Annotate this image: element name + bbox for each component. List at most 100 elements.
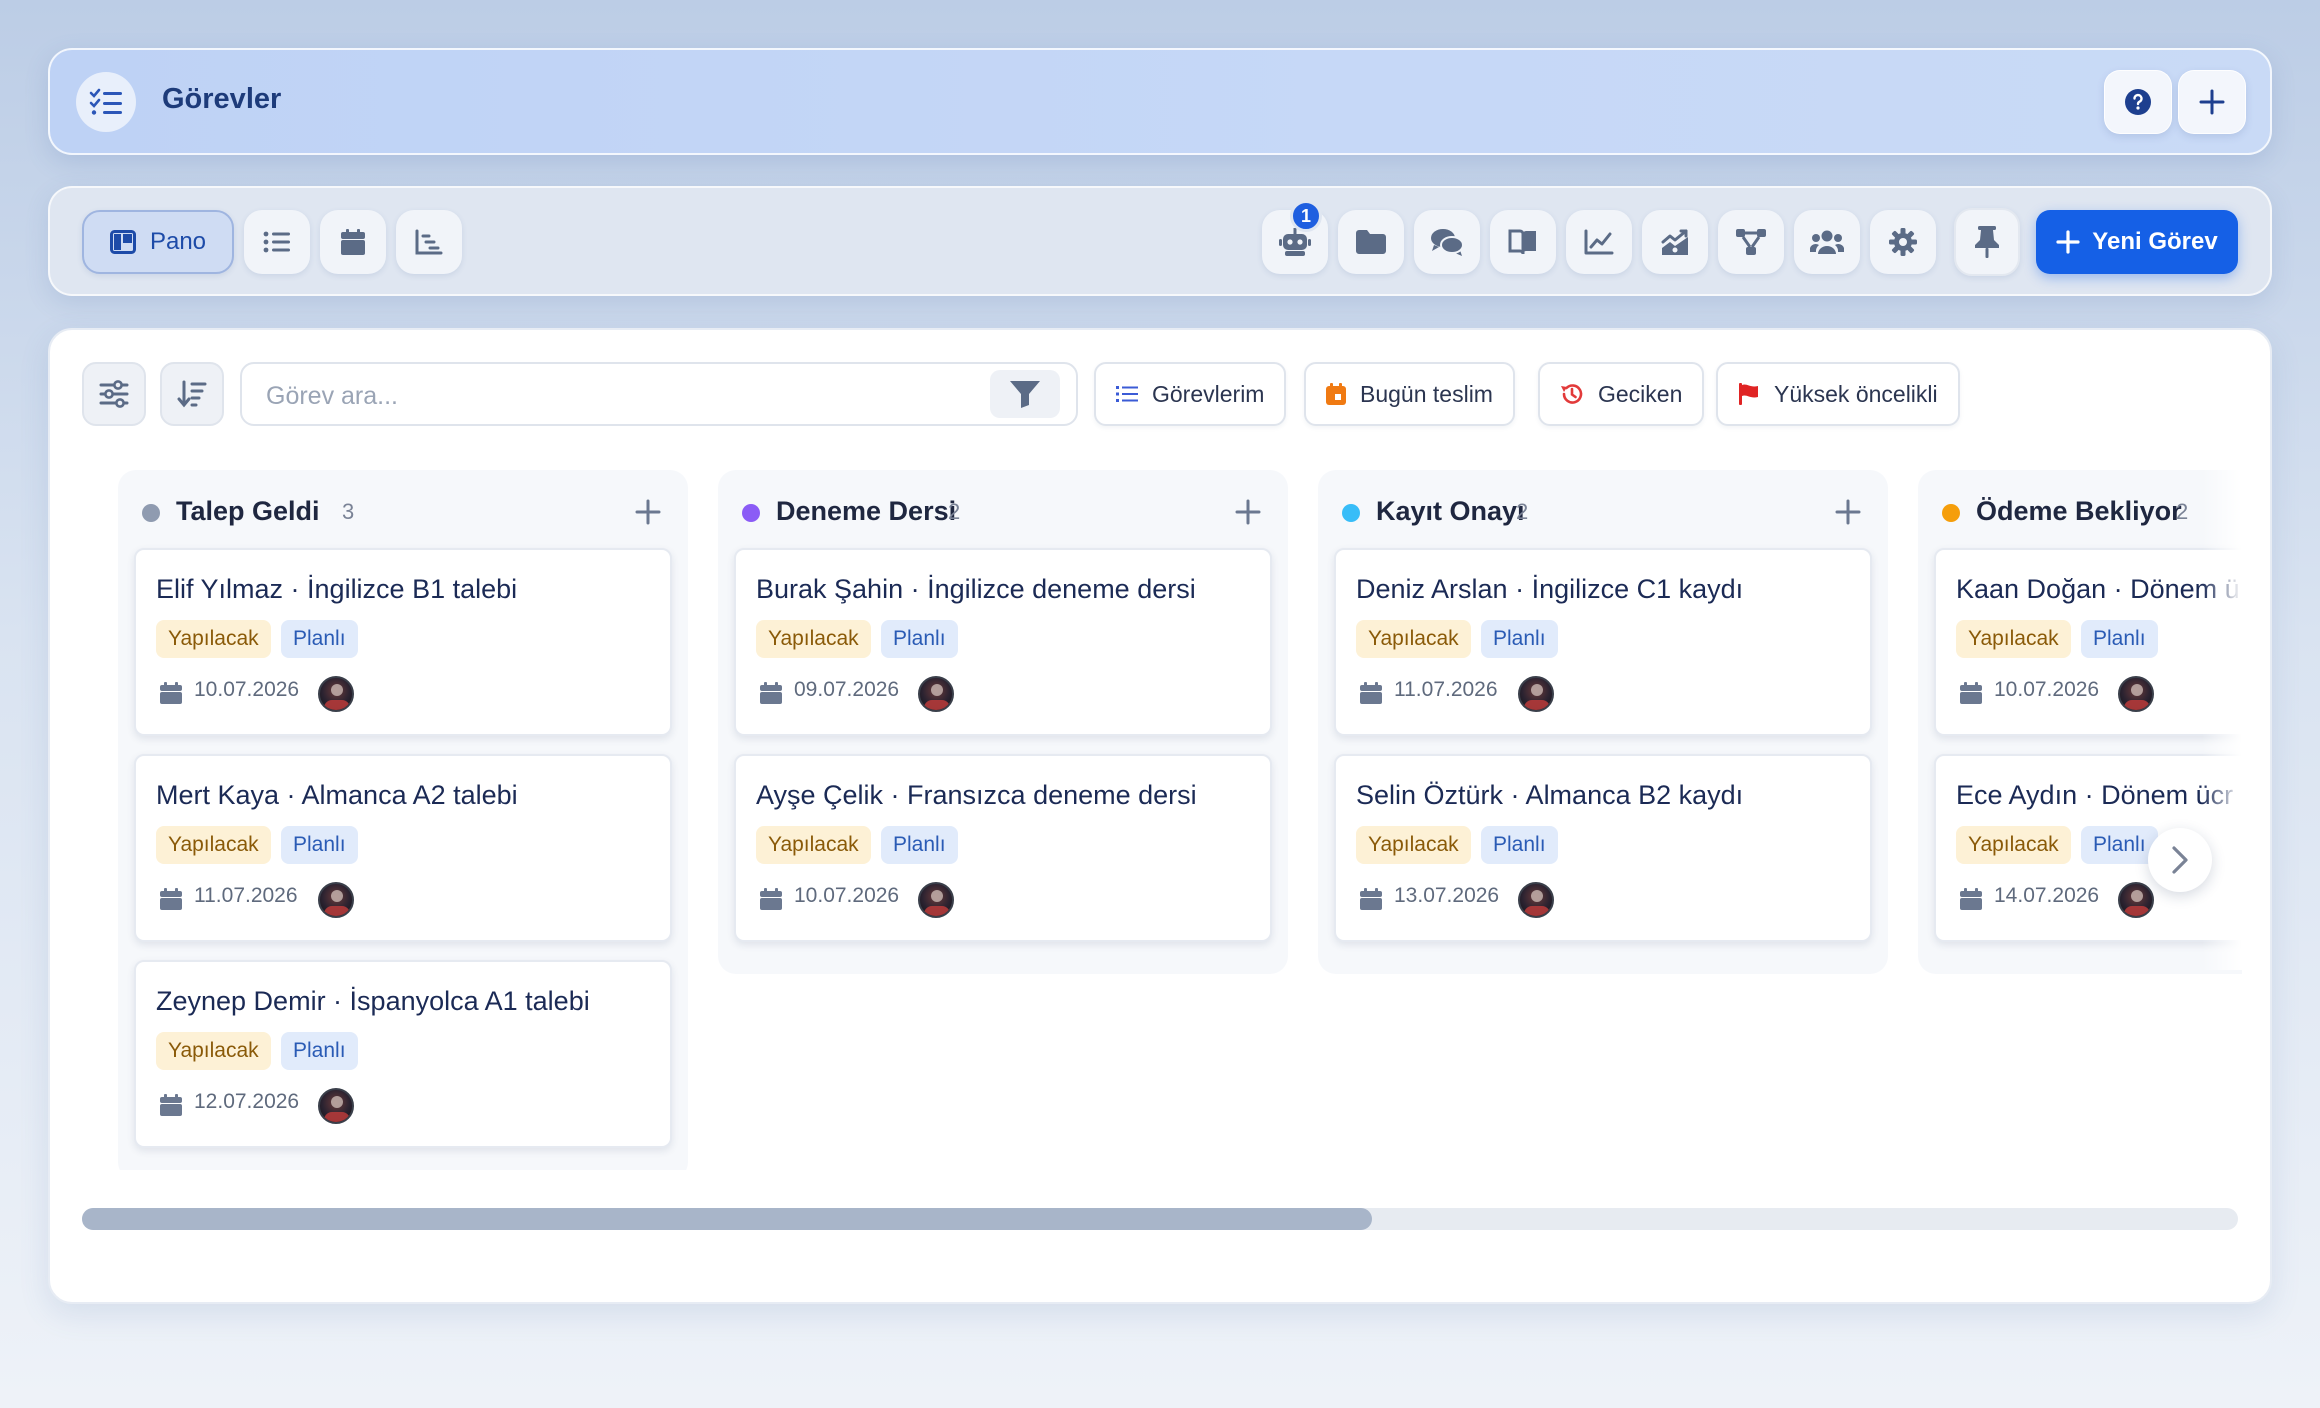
funnel-icon — [1009, 380, 1041, 408]
workflow-button[interactable] — [1718, 210, 1784, 274]
task-board-panel: Görev ara... Görevlerim Bugün teslim Gec… — [48, 328, 2272, 1304]
view-board-button[interactable]: Pano — [82, 210, 234, 274]
automation-button[interactable]: 1 — [1262, 200, 1328, 274]
column-title: Kayıt Onayı — [1376, 496, 1525, 526]
column-header: Deneme Dersi 2 — [718, 470, 1288, 548]
avatar[interactable] — [318, 676, 354, 712]
view-calendar-button[interactable] — [320, 210, 386, 274]
new-task-button[interactable]: Yeni Görev — [2036, 210, 2238, 274]
search-input[interactable]: Görev ara... — [240, 362, 1078, 426]
page-title: Görevler — [162, 83, 282, 115]
calendar-today-icon — [1326, 383, 1346, 405]
task-card[interactable]: Zeynep Demir · İspanyolca A1 talebi Yapı… — [134, 960, 672, 1148]
calendar-icon — [760, 888, 782, 910]
due-date: 11.07.2026 — [194, 884, 298, 907]
add-card-button[interactable] — [1232, 496, 1264, 528]
chip-high-priority[interactable]: Yüksek öncelikli — [1716, 362, 1960, 426]
task-title: Deniz Arslan · İngilizce C1 kaydı — [1356, 574, 1744, 604]
reports-button[interactable] — [1566, 210, 1632, 274]
task-card[interactable]: Mert Kaya · Almanca A2 talebi Yapılacak … — [134, 754, 672, 942]
help-button[interactable] — [2104, 70, 2172, 134]
task-card[interactable]: Kaan Doğan · Dönem ü Yapılacak Planlı 10… — [1934, 548, 2242, 736]
calendar-icon — [1960, 888, 1982, 910]
kanban-board: Talep Geldi 3 Elif Yılmaz · İngilizce B1… — [82, 450, 2242, 1170]
task-card[interactable]: Ayşe Çelik · Fransızca deneme dersi Yapı… — [734, 754, 1272, 942]
add-card-button[interactable] — [1832, 496, 1864, 528]
task-list-icon — [76, 72, 136, 132]
avatar[interactable] — [2118, 882, 2154, 918]
status-badge: Yapılacak — [1956, 620, 2071, 658]
status-badge: Yapılacak — [1356, 826, 1471, 864]
chip-overdue-label: Geciken — [1598, 380, 1683, 407]
calendar-icon — [1360, 888, 1382, 910]
task-title: Burak Şahin · İngilizce deneme dersi — [756, 574, 1196, 604]
type-badge: Planlı — [2081, 620, 2158, 658]
task-title: Zeynep Demir · İspanyolca A1 talebi — [156, 986, 590, 1016]
chip-my-tasks[interactable]: Görevlerim — [1094, 362, 1287, 426]
due-date: 11.07.2026 — [1394, 678, 1498, 701]
avatar[interactable] — [1518, 676, 1554, 712]
add-card-button[interactable] — [632, 496, 664, 528]
chip-my-tasks-label: Görevlerim — [1152, 380, 1265, 407]
horizontal-scrollbar[interactable] — [82, 1208, 2238, 1230]
chat-icon — [1431, 228, 1463, 256]
team-button[interactable] — [1794, 210, 1860, 274]
avatar[interactable] — [318, 1088, 354, 1124]
column-title: Ödeme Bekliyor — [1976, 496, 2182, 526]
kanban-icon — [109, 230, 136, 254]
due-date: 10.07.2026 — [1994, 678, 2100, 701]
chip-overdue[interactable]: Geciken — [1538, 362, 1705, 426]
avatar[interactable] — [918, 882, 954, 918]
task-card[interactable]: Elif Yılmaz · İngilizce B1 talebi Yapıla… — [134, 548, 672, 736]
add-button[interactable] — [2178, 70, 2246, 134]
gear-icon — [1888, 227, 1918, 257]
task-card[interactable]: Selin Öztürk · Almanca B2 kaydı Yapılaca… — [1334, 754, 1872, 942]
board-column: Talep Geldi 3 Elif Yılmaz · İngilizce B1… — [118, 470, 688, 1170]
view-board-label: Pano — [149, 228, 207, 255]
history-icon — [1560, 383, 1584, 405]
docs-button[interactable] — [1490, 210, 1556, 274]
calendar-icon — [160, 888, 182, 910]
calendar-icon — [1960, 682, 1982, 704]
folder-icon — [1356, 230, 1386, 254]
task-title: Selin Öztürk · Almanca B2 kaydı — [1356, 780, 1744, 810]
avatar[interactable] — [318, 882, 354, 918]
status-badge: Yapılacak — [756, 826, 871, 864]
search-filter-button[interactable] — [990, 370, 1060, 418]
sort-button[interactable] — [160, 362, 224, 426]
calendar-icon — [160, 1094, 182, 1116]
view-list-button[interactable] — [244, 210, 310, 274]
scroll-right-button[interactable] — [2148, 828, 2212, 892]
line-chart-icon — [1584, 229, 1614, 255]
task-title: Ece Aydın · Dönem ücr — [1956, 780, 2234, 810]
column-title: Talep Geldi — [176, 496, 320, 526]
due-date: 10.07.2026 — [194, 678, 300, 701]
task-card[interactable]: Deniz Arslan · İngilizce C1 kaydı Yapıla… — [1334, 548, 1872, 736]
column-count: 2 — [948, 499, 961, 524]
sliders-icon — [99, 380, 129, 408]
filter-settings-button[interactable] — [82, 362, 146, 426]
plus-icon — [2056, 230, 2080, 254]
analytics-button[interactable] — [1642, 210, 1708, 274]
settings-button[interactable] — [1870, 210, 1936, 274]
flow-icon — [1736, 228, 1766, 256]
avatar[interactable] — [1518, 882, 1554, 918]
avatar[interactable] — [2118, 676, 2154, 712]
type-badge: Planlı — [1481, 620, 1558, 658]
type-badge: Planlı — [281, 826, 358, 864]
plus-icon — [1835, 499, 1861, 525]
files-button[interactable] — [1338, 210, 1404, 274]
comments-button[interactable] — [1414, 210, 1480, 274]
scrollbar-thumb[interactable] — [82, 1208, 1372, 1230]
pin-button[interactable] — [1954, 208, 2020, 276]
column-header: Talep Geldi 3 — [118, 470, 688, 548]
column-status-dot — [1342, 504, 1360, 522]
column-count: 2 — [1516, 499, 1529, 524]
chip-due-today[interactable]: Bugün teslim — [1304, 362, 1515, 426]
view-gantt-button[interactable] — [396, 210, 462, 274]
help-circle-icon — [2124, 88, 2152, 116]
task-card[interactable]: Burak Şahin · İngilizce deneme dersi Yap… — [734, 548, 1272, 736]
board-column: Deneme Dersi 2 Burak Şahin · İngilizce d… — [718, 470, 1288, 974]
avatar[interactable] — [918, 676, 954, 712]
status-badge: Yapılacak — [756, 620, 871, 658]
